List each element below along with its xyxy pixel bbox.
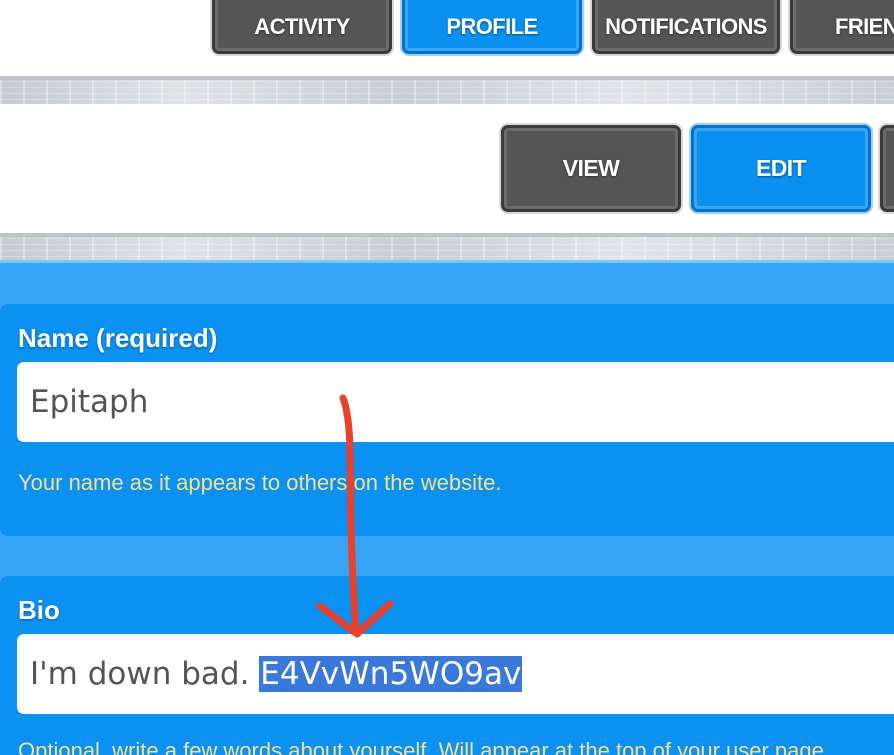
bio-input[interactable]: I'm down bad. E4VvWn5WO9av <box>17 634 894 714</box>
name-field-label: Name (required) <box>18 323 218 353</box>
name-input[interactable]: Epitaph <box>17 362 894 442</box>
tab-view[interactable]: VIEW <box>501 125 681 212</box>
bio-input-text: I'm down bad. <box>30 656 260 692</box>
texture-divider <box>0 76 894 104</box>
tab-activity[interactable]: ACTIVITY <box>212 0 392 54</box>
name-field-group: Name (required) Epitaph Your name as it … <box>0 304 894 536</box>
name-input-value: Epitaph <box>30 384 149 420</box>
tab-profile[interactable]: PROFILE <box>402 0 582 54</box>
bio-selected-text: E4VvWn5WO9av <box>259 656 523 692</box>
tab-next-partial[interactable] <box>880 125 894 212</box>
top-nav: ACTIVITY PROFILE NOTIFICATIONS FRIEN <box>0 0 894 76</box>
name-help-text: Your name as it appears to others on the… <box>18 470 502 495</box>
bio-field-label: Bio <box>18 595 60 625</box>
tab-edit[interactable]: EDIT <box>691 125 871 212</box>
bio-field-group: Bio I'm down bad. E4VvWn5WO9av Optional,… <box>0 576 894 755</box>
tab-notifications[interactable]: NOTIFICATIONS <box>592 0 780 54</box>
sub-nav: VIEW EDIT <box>0 104 894 234</box>
profile-edit-page: ACTIVITY PROFILE NOTIFICATIONS FRIEN VIE… <box>0 0 894 755</box>
profile-form: Name (required) Epitaph Your name as it … <box>0 260 894 755</box>
bio-help-text: Optional, write a few words about yourse… <box>18 738 824 755</box>
tab-friends[interactable]: FRIEN <box>790 0 894 54</box>
texture-divider <box>0 233 894 261</box>
